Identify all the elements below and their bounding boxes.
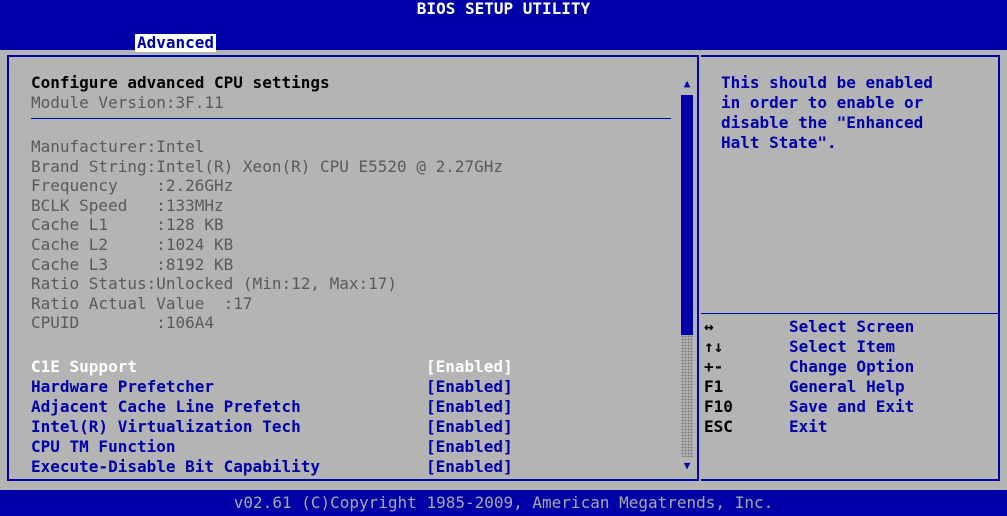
scrollbar[interactable]: ▲ ▼ xyxy=(680,77,694,473)
setting-option-row[interactable]: Adjacent Cache Line Prefetch [Enabled] xyxy=(31,397,551,417)
key-name: ↑↓ xyxy=(704,337,724,356)
scrollbar-track[interactable] xyxy=(681,335,693,457)
panel-border-top xyxy=(7,55,699,57)
cpu-info-line: Cache L2 :1024 KB xyxy=(31,235,234,254)
key-legend-row: +- Change Option xyxy=(704,357,994,377)
bios-title-bar: BIOS SETUP UTILITY xyxy=(0,0,1007,18)
setting-option-label: C1E Support xyxy=(31,357,137,376)
setting-option-label: Intel(R) Virtualization Tech xyxy=(31,417,301,436)
help-border-top xyxy=(701,55,1000,57)
setting-option-label: Adjacent Cache Line Prefetch xyxy=(31,397,301,416)
key-legend-row: ↔ Select Screen xyxy=(704,317,994,337)
menu-bar: Advanced xyxy=(0,18,1007,52)
panel-border-left xyxy=(7,55,9,481)
section-heading: Configure advanced CPU settings xyxy=(31,73,330,92)
key-name: +- xyxy=(704,357,724,376)
cpu-info-line: CPUID :106A4 xyxy=(31,313,215,333)
copyright-text: v02.61 (C)Copyright 1985-2009, American … xyxy=(233,493,774,512)
key-description: Change Option xyxy=(789,357,915,376)
module-version: Module Version:3F.11 xyxy=(31,93,224,112)
key-legend-row: F10 Save and Exit xyxy=(704,397,994,417)
key-description: Save and Exit xyxy=(789,397,915,416)
cpu-info-line: Cache L3 :8192 KB xyxy=(31,254,234,274)
panel-border-bottom xyxy=(7,479,699,481)
key-legend-row: ↑↓ Select Item xyxy=(704,337,994,357)
setting-option-value[interactable]: [Enabled] xyxy=(426,357,513,377)
settings-panel: Configure advanced CPU settings Module V… xyxy=(7,55,699,481)
setting-option-label: Hardware Prefetcher xyxy=(31,377,215,396)
setting-option-label: Execute-Disable Bit Capability xyxy=(31,457,320,476)
bios-title: BIOS SETUP UTILITY xyxy=(416,0,591,18)
key-description: Select Screen xyxy=(789,317,915,336)
copyright-footer: v02.61 (C)Copyright 1985-2009, American … xyxy=(0,490,1007,516)
key-description: Select Item xyxy=(789,337,895,356)
cpu-info-line: BCLK Speed :133MHz xyxy=(31,195,224,215)
setting-option-row[interactable]: CPU TM Function [Enabled] xyxy=(31,437,551,457)
setting-option-row[interactable]: Execute-Disable Bit Capability [Enabled] xyxy=(31,457,551,477)
setting-option-row[interactable]: C1E Support [Enabled] xyxy=(31,357,551,377)
key-description: Exit xyxy=(789,417,828,436)
setting-option-value[interactable]: [Enabled] xyxy=(426,377,513,397)
key-description: General Help xyxy=(789,377,905,396)
cpu-info-line: Ratio Status:Unlocked (Min:12, Max:17) xyxy=(31,274,398,294)
cpu-info-line: Manufacturer:Intel xyxy=(31,137,205,156)
panel-border-right xyxy=(697,55,699,481)
setting-option-value[interactable]: [Enabled] xyxy=(426,437,513,457)
setting-option-row[interactable]: Intel(R) Virtualization Tech [Enabled] xyxy=(31,417,551,437)
help-border-bottom xyxy=(701,479,1000,481)
setting-option-value[interactable]: [Enabled] xyxy=(426,417,513,437)
section-divider xyxy=(31,118,671,119)
key-legend-row: ESC Exit xyxy=(704,417,994,437)
tab-advanced[interactable]: Advanced xyxy=(135,34,217,52)
help-description: This should be enabled in order to enabl… xyxy=(721,73,933,152)
help-divider xyxy=(701,313,1000,314)
setting-option-value[interactable]: [Enabled] xyxy=(426,457,513,477)
key-name: ESC xyxy=(704,417,733,436)
cpu-info-line: Ratio Actual Value :17 xyxy=(31,293,253,313)
key-name: F1 xyxy=(704,377,724,396)
cpu-info-line: Brand String:Intel(R) Xeon(R) CPU E5520 … xyxy=(31,156,504,176)
setting-option-row[interactable]: Hardware Prefetcher [Enabled] xyxy=(31,377,551,397)
scroll-up-arrow-icon[interactable]: ▲ xyxy=(680,77,694,91)
setting-option-value[interactable]: [Enabled] xyxy=(426,397,513,417)
key-legend-row: F1 General Help xyxy=(704,377,994,397)
scroll-down-arrow-icon[interactable]: ▼ xyxy=(680,459,694,473)
cpu-info-line: Cache L1 :128 KB xyxy=(31,215,224,235)
help-panel: This should be enabled in order to enabl… xyxy=(701,55,1000,481)
help-border-right xyxy=(998,55,1000,481)
setting-option-label: CPU TM Function xyxy=(31,437,176,456)
cpu-info-line: Frequency :2.26GHz xyxy=(31,176,234,196)
scrollbar-thumb[interactable] xyxy=(681,95,693,335)
key-name: ↔ xyxy=(704,317,714,336)
key-name: F10 xyxy=(704,397,733,416)
